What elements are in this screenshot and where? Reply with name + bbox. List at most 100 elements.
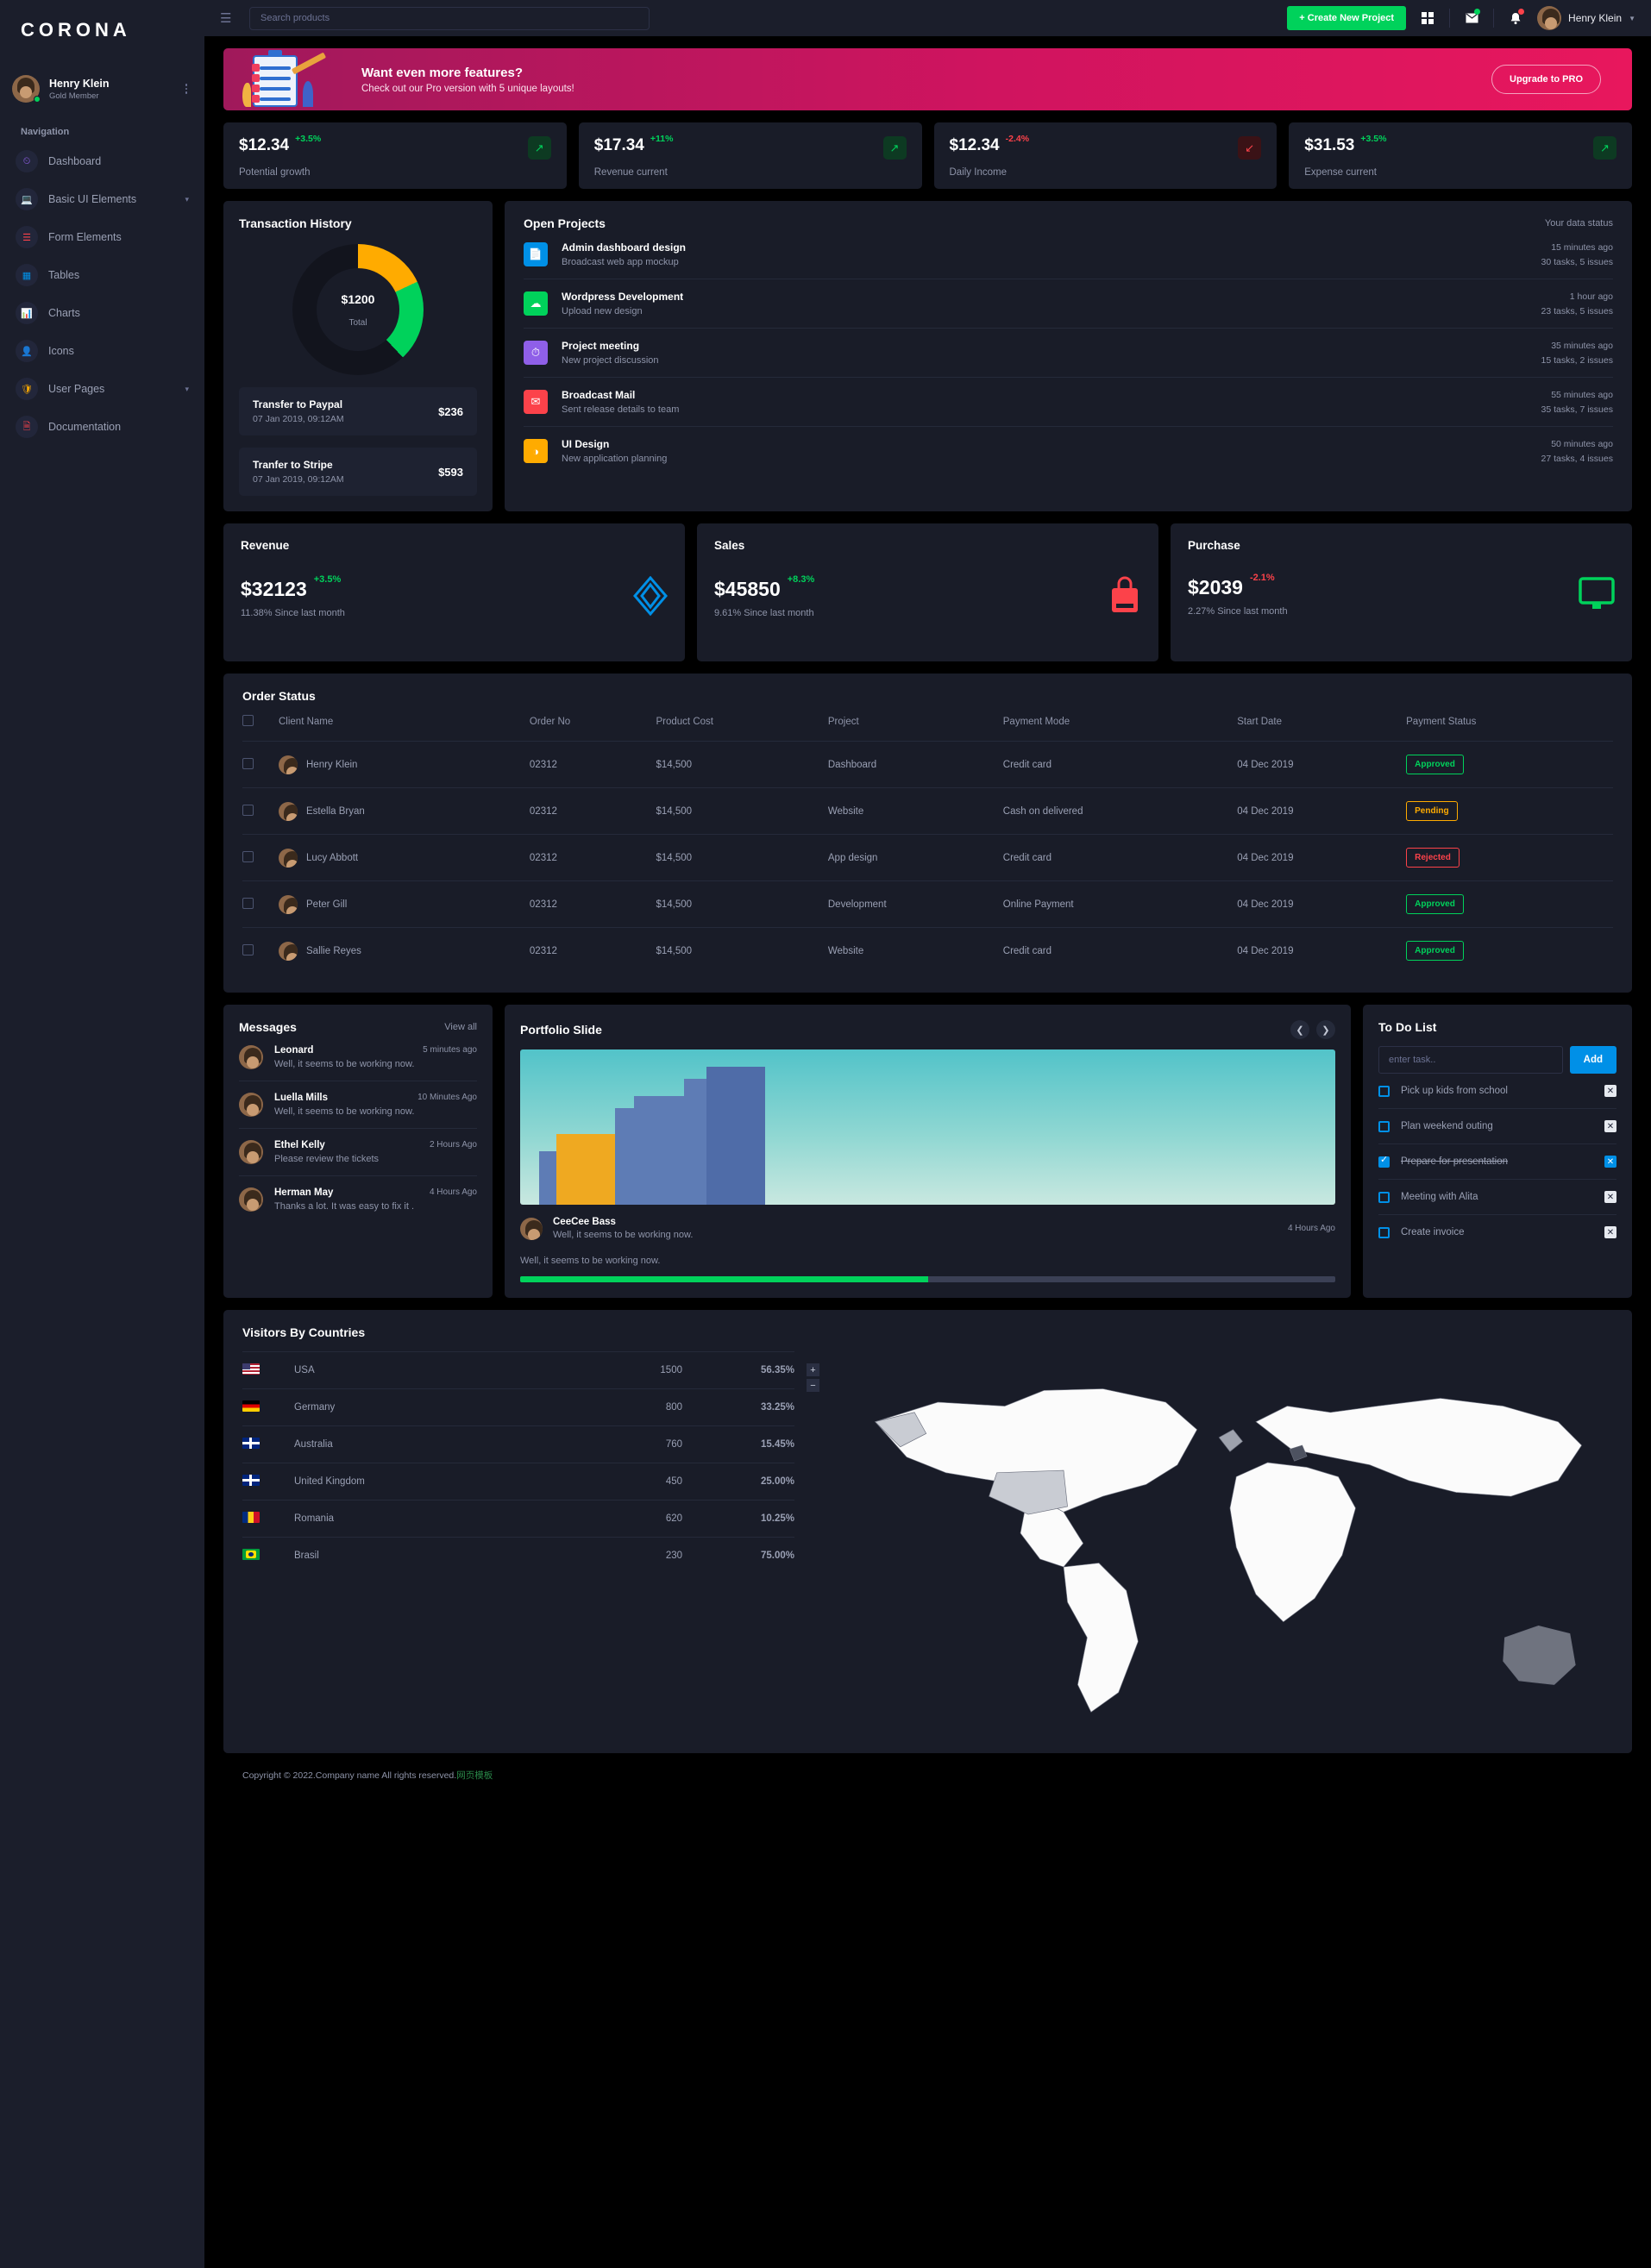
footer-link[interactable]: 网页模板 bbox=[456, 1770, 493, 1781]
country-visits: 450 bbox=[570, 1463, 682, 1501]
todo-item[interactable]: Plan weekend outing ✕ bbox=[1378, 1109, 1616, 1144]
upgrade-to-pro-button[interactable]: Upgrade to PRO bbox=[1491, 65, 1601, 94]
sidebar-item-form-elements[interactable]: ☰ Form Elements bbox=[0, 218, 204, 256]
message-item[interactable]: Ethel Kelly Please review the tickets 2 Ho… bbox=[239, 1129, 477, 1176]
cell-project: App design bbox=[827, 834, 1003, 881]
world-map[interactable] bbox=[828, 1325, 1613, 1738]
todo-checkbox[interactable] bbox=[1378, 1154, 1390, 1168]
kpi-title: Revenue bbox=[241, 539, 290, 552]
message-time: 5 minutes ago bbox=[423, 1045, 477, 1055]
message-preview: Well, it seems to be working now. bbox=[274, 1059, 415, 1069]
close-icon[interactable]: ✕ bbox=[1604, 1156, 1616, 1168]
status-badge: Pending bbox=[1406, 801, 1458, 821]
kpi-card-purchase: Purchase $2039 -2.1% 2.27% Since last month bbox=[1171, 523, 1632, 661]
todo-checkbox[interactable] bbox=[1378, 1085, 1390, 1097]
client-name: Sallie Reyes bbox=[306, 945, 361, 956]
sidebar-item-user-pages[interactable]: 🛡 User Pages ▾ bbox=[0, 370, 204, 408]
sidebar-item-tables[interactable]: ▦ Tables bbox=[0, 256, 204, 294]
todo-item[interactable]: Meeting with Alita ✕ bbox=[1378, 1180, 1616, 1215]
search-box[interactable] bbox=[249, 6, 650, 30]
sidebar-profile[interactable]: Henry Klein Gold Member bbox=[0, 60, 204, 115]
chevron-down-icon[interactable]: ▾ bbox=[185, 385, 189, 394]
message-item[interactable]: Herman May Thanks a lot. It was easy to f… bbox=[239, 1176, 477, 1223]
apps-grid-icon[interactable] bbox=[1418, 9, 1437, 28]
message-item[interactable]: Luella Mills Well, it seems to be working… bbox=[239, 1081, 477, 1129]
open-project-item[interactable]: ☁ Wordpress Development Upload new design 1… bbox=[524, 279, 1613, 329]
mail-icon[interactable] bbox=[1462, 9, 1481, 28]
sidebar-item-icons[interactable]: 👤 Icons bbox=[0, 332, 204, 370]
transaction-row[interactable]: Transfer to Paypal 07 Jan 2019, 09:12AM $2… bbox=[239, 387, 477, 435]
message-item[interactable]: Leonard Well, it seems to be working now.… bbox=[239, 1034, 477, 1081]
table-row[interactable]: Lucy Abbott 02312 $14,500 App design Credit … bbox=[242, 834, 1613, 881]
todo-checkbox[interactable] bbox=[1378, 1120, 1390, 1132]
message-sender: Leonard bbox=[274, 1045, 314, 1056]
chevron-down-icon[interactable]: ▾ bbox=[185, 195, 189, 204]
todo-add-button[interactable]: Add bbox=[1569, 1046, 1616, 1074]
todo-input[interactable] bbox=[1378, 1046, 1563, 1074]
row-checkbox[interactable] bbox=[242, 757, 254, 769]
table-row[interactable]: Estella Bryan 02312 $14,500 Website Cash on … bbox=[242, 787, 1613, 835]
cell-product-cost: $14,500 bbox=[656, 741, 828, 788]
transaction-row[interactable]: Tranfer to Stripe 07 Jan 2019, 09:12AM $59… bbox=[239, 448, 477, 496]
close-icon[interactable]: ✕ bbox=[1604, 1085, 1616, 1097]
brand-logo[interactable]: CORONA bbox=[0, 0, 204, 60]
sidebar-item-basic-ui-elements[interactable]: 💻 Basic UI Elements ▾ bbox=[0, 180, 204, 218]
sidebar-item-documentation[interactable]: 🗎 Documentation bbox=[0, 408, 204, 446]
stat-percent: +3.5% bbox=[295, 134, 322, 144]
project-tasks: 27 tasks, 4 issues bbox=[1541, 453, 1613, 464]
author-preview: Well, it seems to be working now. bbox=[553, 1230, 694, 1240]
chevron-right-icon[interactable]: ❯ bbox=[1316, 1020, 1335, 1039]
todo-item[interactable]: Create invoice ✕ bbox=[1378, 1215, 1616, 1250]
create-new-project-button[interactable]: + Create New Project bbox=[1287, 6, 1407, 30]
search-input[interactable] bbox=[261, 13, 638, 23]
laptop-icon: 💻 bbox=[16, 188, 38, 210]
todo-item[interactable]: Prepare for presentation ✕ bbox=[1378, 1144, 1616, 1180]
kebab-menu-icon[interactable] bbox=[185, 82, 187, 96]
speedometer-icon: ⏲ bbox=[16, 150, 38, 172]
zoom-out-button[interactable]: − bbox=[807, 1379, 819, 1392]
topbar-user-menu[interactable]: Henry Klein ▼ bbox=[1537, 6, 1635, 30]
card-title: Order Status bbox=[242, 689, 316, 703]
open-project-item[interactable]: 📄 Admin dashboard design Broadcast web app… bbox=[524, 230, 1613, 279]
open-project-item[interactable]: ✉ Broadcast Mail Sent release details to t… bbox=[524, 378, 1613, 427]
diamond-icon bbox=[633, 575, 668, 620]
chevron-down-icon[interactable]: ▼ bbox=[1629, 15, 1635, 22]
todo-checkbox[interactable] bbox=[1378, 1191, 1390, 1203]
row-checkbox[interactable] bbox=[242, 897, 254, 909]
project-time: 50 minutes ago bbox=[1551, 438, 1613, 449]
open-project-item[interactable]: ◑ UI Design New application planning 50 min… bbox=[524, 427, 1613, 475]
hamburger-menu-icon[interactable]: ☰ bbox=[220, 10, 235, 26]
transaction-date: 07 Jan 2019, 09:12AM bbox=[253, 414, 344, 424]
cell-payment-mode: Credit card bbox=[1002, 834, 1238, 881]
topbar: ☰ + Create New Project bbox=[204, 0, 1651, 36]
zoom-in-button[interactable]: + bbox=[807, 1363, 819, 1376]
cell-order-no: 02312 bbox=[529, 834, 656, 881]
select-all-checkbox[interactable] bbox=[242, 715, 254, 726]
close-icon[interactable]: ✕ bbox=[1604, 1120, 1616, 1132]
sidebar-item-dashboard[interactable]: ⏲ Dashboard bbox=[0, 142, 204, 180]
open-project-item[interactable]: ⏱ Project meeting New project discussion 35… bbox=[524, 329, 1613, 378]
kpi-subtext: 9.61% Since last month bbox=[714, 608, 814, 618]
chevron-left-icon[interactable]: ❮ bbox=[1290, 1020, 1309, 1039]
table-row[interactable]: Sallie Reyes 02312 $14,500 Website Credit ca… bbox=[242, 928, 1613, 974]
messages-list: Leonard Well, it seems to be working now.… bbox=[239, 1034, 477, 1223]
status-badge: Rejected bbox=[1406, 848, 1460, 868]
table-row[interactable]: Peter Gill 02312 $14,500 Development Online … bbox=[242, 880, 1613, 928]
table-row[interactable]: Henry Klein 02312 $14,500 Dashboard Credit c… bbox=[242, 741, 1613, 788]
close-icon[interactable]: ✕ bbox=[1604, 1191, 1616, 1203]
row-checkbox[interactable] bbox=[242, 804, 254, 816]
cell-order-no: 02312 bbox=[529, 880, 656, 928]
todo-checkbox[interactable] bbox=[1378, 1226, 1390, 1238]
author-name: CeeCee Bass bbox=[553, 1217, 616, 1227]
close-icon[interactable]: ✕ bbox=[1604, 1226, 1616, 1238]
select-all-header[interactable] bbox=[242, 703, 279, 742]
todo-item[interactable]: Pick up kids from school ✕ bbox=[1378, 1074, 1616, 1109]
bell-icon[interactable] bbox=[1506, 9, 1525, 28]
row-checkbox[interactable] bbox=[242, 943, 254, 955]
donut-chart: $1200 Total bbox=[239, 244, 477, 375]
view-all-link[interactable]: View all bbox=[444, 1022, 477, 1032]
stat-card-daily-income: $12.34 -2.4% ↙ Daily Income bbox=[933, 122, 1277, 189]
sidebar-item-charts[interactable]: 📊 Charts bbox=[0, 294, 204, 332]
cell-project: Dashboard bbox=[827, 741, 1003, 788]
row-checkbox[interactable] bbox=[242, 850, 254, 862]
